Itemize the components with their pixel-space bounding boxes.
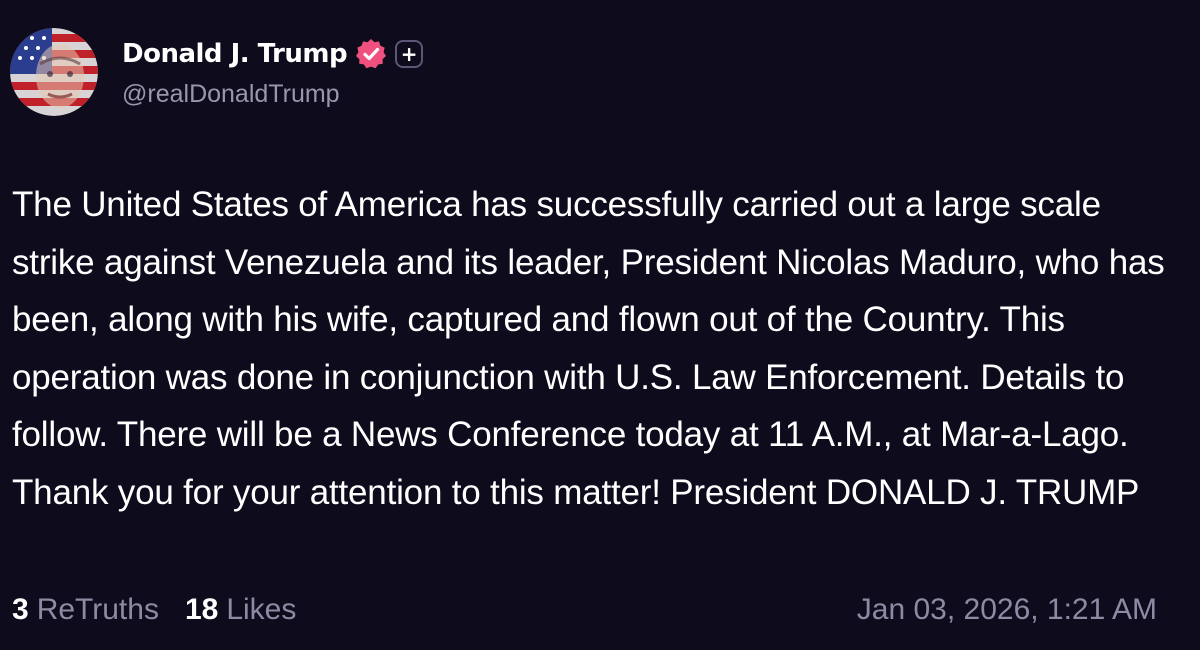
retruths-stat[interactable]: 3 ReTruths <box>12 593 159 627</box>
post-text: The United States of America has success… <box>12 185 1165 512</box>
likes-label: Likes <box>226 593 297 626</box>
likes-count: 18 <box>184 593 219 626</box>
author-handle[interactable]: @realDonaldTrump <box>122 80 423 109</box>
retruths-count: 3 <box>12 593 29 626</box>
avatar[interactable] <box>10 28 98 116</box>
retruths-label: ReTruths <box>36 593 159 626</box>
post-timestamp[interactable]: Jan 03, 2026, 1:21 AM <box>857 593 1157 627</box>
author-info: Donald J. Trump + @realDonaldTrump <box>122 36 424 109</box>
author-name-row: Donald J. Trump + <box>122 36 424 72</box>
author-display-name[interactable]: Donald J. Trump <box>122 39 348 69</box>
likes-stat[interactable]: 18 Likes <box>185 593 296 627</box>
post-footer: 3 ReTruths 18 Likes Jan 03, 2026, 1:21 A… <box>12 593 1157 627</box>
post-header: Donald J. Trump + @realDonaldTrump <box>10 28 424 116</box>
post-card: Donald J. Trump + @realDonaldTrump The U… <box>0 0 1200 650</box>
plus-icon[interactable]: + <box>395 40 424 68</box>
verified-badge-icon <box>356 39 387 69</box>
